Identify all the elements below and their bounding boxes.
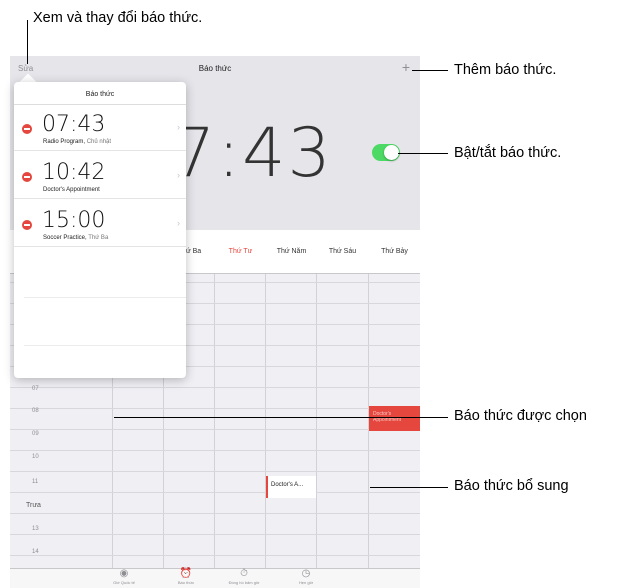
grid-line [10, 450, 420, 451]
alarm-repeat: Chủ nhật [86, 139, 112, 145]
tab-label: Đồng hồ bấm giờ [228, 580, 260, 585]
divider [14, 104, 186, 105]
callout-add: Thêm báo thức. [454, 62, 557, 78]
day-header: Thứ Bảy [381, 248, 408, 255]
delete-icon[interactable] [22, 172, 32, 182]
alarm-clock-icon: ⏰ [179, 568, 193, 579]
alarm-time: 15:00 [42, 208, 106, 233]
add-alarm-button[interactable]: + [402, 59, 410, 75]
alarm-time: 10:42 [42, 160, 106, 185]
day-header-today: Thứ Tư [228, 248, 253, 255]
tab-bar: ◉ Giờ Quốc tế ⏰ Báo thức ⏱ Đồng hồ bấm g… [10, 568, 420, 588]
hour-label: 13 [32, 526, 39, 532]
hour-label: 11 [32, 479, 39, 485]
alarm-label: Radio Program, Chủ nhật [43, 139, 112, 145]
timer-icon: ◷ [301, 568, 311, 579]
alarm-list-popover: Báo thức 07:43 Radio Program, Chủ nhật ›… [14, 82, 186, 378]
tab-label: Hẹn giờ [298, 580, 314, 585]
hour-label: 08 [32, 408, 39, 414]
hour-label-noon: Trưa [26, 502, 41, 509]
alarm-label: Soccer Practice, Thứ Ba [43, 235, 109, 241]
callout-selected: Báo thức được chọn [454, 408, 587, 424]
stopwatch-icon: ⏱ [240, 568, 248, 579]
tab-timer[interactable]: ◷ Hẹn giờ [286, 568, 326, 586]
hour-label: 14 [32, 549, 39, 555]
alarm-repeat: Thứ Ba [88, 235, 109, 241]
grid-line [10, 534, 420, 535]
additional-alarm-block[interactable]: Doctor's A... [266, 476, 316, 498]
alarm-row[interactable]: 15:00 Soccer Practice, Thứ Ba › [14, 203, 186, 247]
tab-alarm[interactable]: ⏰ Báo thức [166, 568, 206, 586]
tab-world-clock[interactable]: ◉ Giờ Quốc tế [104, 568, 144, 586]
grid-divider [265, 274, 266, 572]
delete-icon[interactable] [22, 124, 32, 134]
callout-line-toggle [398, 153, 448, 154]
nav-title: Báo thức [198, 64, 232, 73]
grid-divider [316, 274, 317, 572]
tab-label: Giờ Quốc tế [113, 580, 135, 585]
alarm-name: Radio Program [43, 139, 84, 145]
chevron-right-icon: › [177, 122, 180, 132]
day-header: Thứ Sáu [328, 248, 357, 255]
callout-view-edit: Xem và thay đổi báo thức. [33, 10, 203, 26]
delete-icon[interactable] [22, 220, 32, 230]
nav-bar: Sửa Báo thức + [10, 56, 420, 82]
alarm-row[interactable]: 10:42 Doctor's Appointment › [14, 155, 186, 199]
callout-line-view-edit [27, 20, 28, 64]
callout-additional: Báo thức bổ sung [454, 478, 569, 494]
tab-stopwatch[interactable]: ⏱ Đồng hồ bấm giờ [224, 568, 264, 586]
empty-row-divider [24, 297, 186, 298]
alarm-label: Doctor's Appointment [43, 187, 100, 193]
grid-divider [214, 274, 215, 572]
globe-icon: ◉ [119, 568, 129, 579]
hour-label: 10 [32, 454, 39, 460]
chevron-right-icon: › [177, 218, 180, 228]
current-alarm-time: 7:43 [172, 114, 333, 193]
grid-line [10, 387, 420, 388]
callout-line-add [412, 70, 448, 71]
callout-line-additional [370, 487, 448, 488]
callout-line-selected [114, 417, 448, 418]
callout-toggle: Bật/tắt báo thức. [454, 145, 562, 161]
selected-alarm-block[interactable]: Doctor's Appointment [369, 406, 420, 431]
chevron-right-icon: › [177, 170, 180, 180]
hour-label: 07 [32, 386, 39, 392]
toggle-knob [384, 145, 399, 160]
alarm-time: 07:43 [42, 112, 106, 137]
grid-line [10, 471, 420, 472]
grid-line [10, 408, 420, 409]
grid-line [10, 429, 420, 430]
grid-line [10, 513, 420, 514]
hour-label: 09 [32, 431, 39, 437]
grid-line [10, 555, 420, 556]
alarm-row[interactable]: 07:43 Radio Program, Chủ nhật › [14, 107, 186, 151]
popover-title: Báo thức [85, 91, 115, 98]
additional-alarm-label: Doctor's A... [271, 482, 304, 488]
illustration: Xem và thay đổi báo thức. Thêm báo thức.… [0, 0, 640, 588]
empty-row-divider [24, 345, 186, 346]
alarm-toggle[interactable] [372, 144, 400, 161]
grid-line [10, 492, 420, 493]
day-header: Thứ Năm [276, 248, 307, 255]
tab-label: Báo thức [177, 580, 195, 585]
alarm-name: Soccer Practice [43, 235, 86, 241]
